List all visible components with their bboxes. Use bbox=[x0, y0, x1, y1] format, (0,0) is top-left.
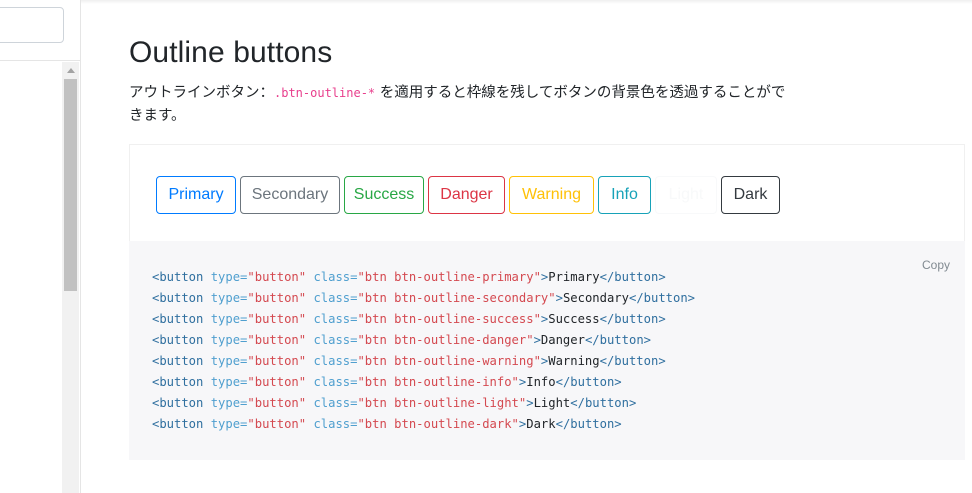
sidebar-scrollbar[interactable] bbox=[62, 62, 79, 493]
copy-button[interactable]: Copy bbox=[922, 258, 950, 272]
code-line: <button type="button" class="btn btn-out… bbox=[152, 375, 622, 389]
code-snippet: Copy <button type="button" class="btn bt… bbox=[129, 241, 965, 460]
example-preview: Primary Secondary Success Danger Warning Info… bbox=[129, 144, 965, 241]
code-line: <button type="button" class="btn btn-out… bbox=[152, 333, 651, 347]
outline-secondary-button[interactable]: Secondary bbox=[240, 176, 340, 214]
code-line: <button type="button" class="btn btn-out… bbox=[152, 312, 666, 326]
sidebar-search-input[interactable] bbox=[0, 7, 64, 43]
outline-light-button[interactable]: Light bbox=[655, 176, 717, 214]
button-row: Primary Secondary Success Danger Warning Info… bbox=[156, 176, 780, 214]
class-name-code: .btn-outline-* bbox=[274, 86, 376, 100]
outline-success-button[interactable]: Success bbox=[344, 176, 424, 214]
page-title: Outline buttons bbox=[129, 36, 333, 69]
code-line: <button type="button" class="btn btn-out… bbox=[152, 417, 622, 431]
outline-warning-button[interactable]: Warning bbox=[509, 176, 594, 214]
sidebar-divider bbox=[0, 60, 80, 61]
outline-info-button[interactable]: Info bbox=[598, 176, 651, 214]
code-line: <button type="button" class="btn btn-out… bbox=[152, 291, 696, 305]
code-line: <button type="button" class="btn btn-out… bbox=[152, 396, 637, 410]
code-line: <button type="button" class="btn btn-out… bbox=[152, 354, 666, 368]
outline-danger-button[interactable]: Danger bbox=[428, 176, 505, 214]
description-text-before: アウトラインボタン： bbox=[129, 85, 274, 101]
code-listing: <button type="button" class="btn btn-out… bbox=[152, 267, 695, 435]
sidebar bbox=[0, 0, 81, 493]
top-shadow bbox=[81, 0, 972, 4]
scroll-up-arrow-icon[interactable] bbox=[62, 62, 79, 78]
section-description: アウトラインボタン：.btn-outline-* を適用すると枠線を残してボタン… bbox=[129, 82, 794, 128]
scrollbar-thumb[interactable] bbox=[64, 79, 77, 291]
outline-primary-button[interactable]: Primary bbox=[156, 176, 236, 214]
code-line: <button type="button" class="btn btn-out… bbox=[152, 270, 666, 284]
outline-dark-button[interactable]: Dark bbox=[721, 176, 780, 214]
